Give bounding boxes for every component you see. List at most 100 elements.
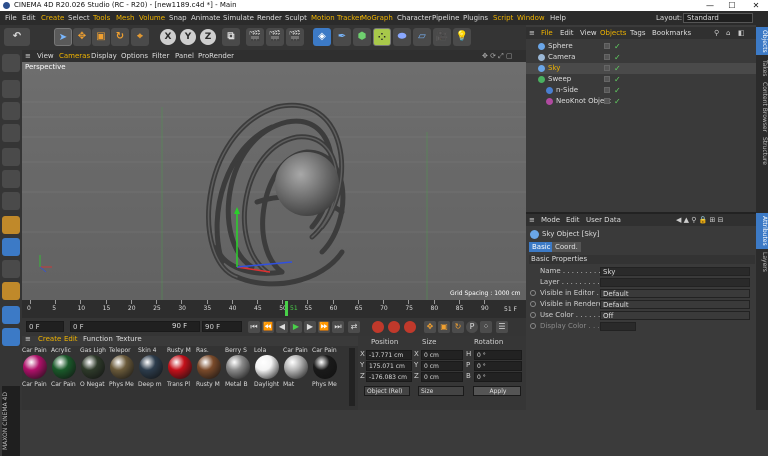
material-swatch[interactable]: Ras. Rusty M <box>196 347 222 405</box>
menu-snap[interactable]: Snap <box>169 11 187 25</box>
menu-help[interactable]: Help <box>550 11 566 25</box>
size-mode-select[interactable]: Size <box>418 386 464 396</box>
object-menu-tags[interactable]: Tags <box>630 27 646 39</box>
apply-button[interactable]: Apply <box>473 386 521 396</box>
property-value[interactable] <box>600 278 750 287</box>
points-mode-button[interactable] <box>2 148 20 166</box>
material-menu-icon[interactable]: ≡ <box>25 334 31 344</box>
cube-button[interactable]: ◈ <box>313 28 331 46</box>
attribute-menu-user-data[interactable]: User Data <box>586 214 621 226</box>
y-axis-lock-button[interactable]: Y <box>180 29 196 45</box>
object-layer-checkbox[interactable] <box>604 65 610 71</box>
attribute-nav-back-icon[interactable]: ◀ ▲ ⚲ 🔒 ⊞ ⊟ <box>676 214 723 226</box>
material-menu-create[interactable]: Create <box>38 334 61 344</box>
attribute-menu-edit[interactable]: Edit <box>566 214 580 226</box>
object-enabled-check-icon[interactable]: ✓ <box>614 85 621 96</box>
material-swatch[interactable]: Skin 4 Deep m <box>138 347 164 405</box>
layout-select[interactable]: Standard <box>683 13 753 23</box>
key-scale-button[interactable]: ▣ <box>438 321 450 333</box>
object-layer-checkbox[interactable] <box>604 76 610 82</box>
loop-button[interactable]: ⇄ <box>348 321 360 333</box>
attribute-menu-mode[interactable]: Mode <box>541 214 560 226</box>
menu-volume[interactable]: Volume <box>139 11 165 25</box>
side-tab-layers[interactable]: Layers <box>756 251 768 273</box>
object-layer-checkbox[interactable] <box>604 54 610 60</box>
object-layers-icon[interactable]: ◧ <box>738 27 745 39</box>
autokey-button[interactable] <box>388 321 400 333</box>
go-to-end-button[interactable]: ⏭ <box>332 321 344 333</box>
position-field[interactable]: -176.083 cm <box>366 372 412 382</box>
viewport-menu-cameras[interactable]: Cameras <box>59 50 90 62</box>
size-field[interactable]: 0 cm <box>421 361 463 371</box>
viewport-menu-filter[interactable]: Filter <box>152 50 169 62</box>
menu-edit[interactable]: Edit <box>22 11 36 25</box>
axis-mode-button[interactable] <box>2 216 20 234</box>
menu-mograph[interactable]: MoGraph <box>361 11 393 25</box>
menu-simulate[interactable]: Simulate <box>223 11 254 25</box>
material-swatch[interactable]: Rusty M Trans Pl <box>167 347 193 405</box>
previous-frame-button[interactable]: ◀ <box>276 321 288 333</box>
material-swatch[interactable]: Acrylic Car Pain <box>51 347 77 405</box>
viewport-nav-arrows-icon[interactable]: ✥ ⟳ ⤢ ▢ <box>482 50 513 62</box>
tab-coord[interactable]: Coord. <box>552 242 581 252</box>
object-enabled-check-icon[interactable]: ✓ <box>614 41 621 52</box>
object-row[interactable]: Camera ✓ <box>526 52 756 63</box>
light-button[interactable]: 💡 <box>453 28 471 46</box>
render-picture-viewer-button[interactable]: 🎬 <box>266 28 284 46</box>
object-row[interactable]: Sphere ✓ <box>526 41 756 52</box>
property-animate-radio[interactable] <box>530 290 536 296</box>
side-tab-content-browser[interactable]: Content Browser <box>756 81 768 133</box>
position-field[interactable]: 175.071 cm <box>366 361 412 371</box>
side-tab-structure[interactable]: Structure <box>756 135 768 167</box>
menu-mesh[interactable]: Mesh <box>116 11 134 25</box>
object-layer-checkbox[interactable] <box>604 43 610 49</box>
menu-window[interactable]: Window <box>517 11 545 25</box>
polygons-mode-button[interactable] <box>2 192 20 210</box>
x-axis-lock-button[interactable]: X <box>160 29 176 45</box>
menu-select[interactable]: Select <box>68 11 90 25</box>
size-field[interactable]: 0 cm <box>421 372 463 382</box>
array-button[interactable]: ⁘ <box>373 28 391 46</box>
property-animate-radio[interactable] <box>530 301 536 307</box>
object-enabled-check-icon[interactable]: ✓ <box>614 63 621 74</box>
menu-pipeline[interactable]: Pipeline <box>432 11 459 25</box>
material-swatch[interactable]: Lola Daylight <box>254 347 280 405</box>
material-menu-function[interactable]: Function <box>83 334 113 344</box>
object-search-icon[interactable]: ⚲ <box>714 27 719 39</box>
material-swatch[interactable]: Berry S Metal B <box>225 347 251 405</box>
coordinate-mode-select[interactable]: Object (Rel) <box>364 386 410 396</box>
position-field[interactable]: -17.771 cm <box>366 350 412 360</box>
material-scrollbar[interactable] <box>349 348 355 406</box>
next-key-button[interactable]: ⏩ <box>318 321 330 333</box>
property-value[interactable]: Off <box>600 311 750 320</box>
scale-button[interactable]: ▣ <box>92 28 110 46</box>
menu-motion-tracker[interactable]: Motion Tracker <box>311 11 362 25</box>
maximize-button[interactable]: ☐ <box>722 0 742 11</box>
menu-tools[interactable]: Tools <box>93 11 110 25</box>
menu-animate[interactable]: Animate <box>191 11 220 25</box>
viewport-nav-icon[interactable]: ≡ <box>25 50 31 62</box>
material-menu-texture[interactable]: Texture <box>116 334 142 344</box>
menu-file[interactable]: File <box>5 11 17 25</box>
material-swatch[interactable]: Telepor Phys Me <box>109 347 135 405</box>
material-swatch[interactable]: Car Pain Phys Me <box>312 347 338 405</box>
size-field[interactable]: 0 cm <box>421 350 463 360</box>
menu-render[interactable]: Render <box>257 11 282 25</box>
property-animate-radio[interactable] <box>530 323 536 329</box>
menu-sculpt[interactable]: Sculpt <box>285 11 307 25</box>
floor-button[interactable]: ▱ <box>413 28 431 46</box>
menu-script[interactable]: Script <box>493 11 513 25</box>
side-tab-objects[interactable]: Objects <box>756 27 768 55</box>
object-home-icon[interactable]: ⌂ <box>726 27 730 39</box>
side-tab-takes[interactable]: Takes <box>756 57 768 79</box>
locked-workplane-button[interactable] <box>2 328 20 346</box>
object-enabled-check-icon[interactable]: ✓ <box>614 74 621 85</box>
coordinate-system-button[interactable]: ⧉ <box>222 28 240 46</box>
menu-create[interactable]: Create <box>41 11 64 25</box>
deformer-button[interactable]: ⬬ <box>393 28 411 46</box>
menu-character[interactable]: Character <box>397 11 432 25</box>
move-tool-button[interactable]: ➤ <box>54 28 72 46</box>
rotation-field[interactable]: 0 ° <box>474 350 522 360</box>
object-menu-icon[interactable]: ≡ <box>529 27 535 39</box>
object-menu-file[interactable]: File <box>541 27 553 39</box>
